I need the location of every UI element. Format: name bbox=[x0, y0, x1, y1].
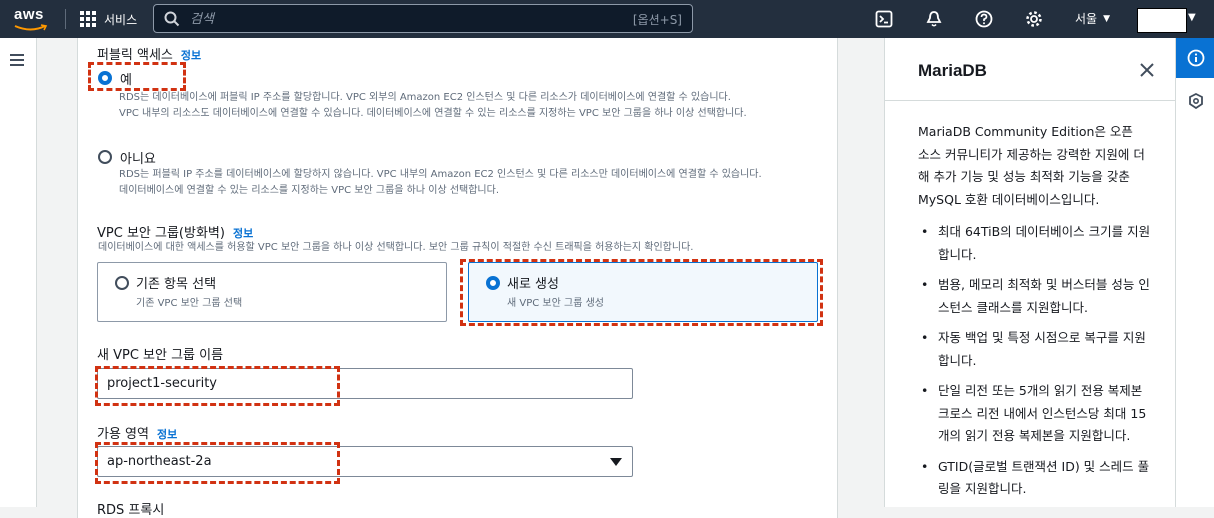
list-item: 범용, 메모리 최적화 및 버스터블 성능 인스턴스 클래스를 지원합니다. bbox=[918, 274, 1153, 319]
public-access-yes-radio[interactable] bbox=[98, 71, 112, 85]
existing-sg-radio[interactable] bbox=[115, 276, 129, 290]
search-input[interactable] bbox=[190, 10, 590, 28]
vpc-sg-label: VPC 보안 그룹(방화벽) 정보 bbox=[97, 226, 254, 241]
existing-sg-tile[interactable]: 기존 항목 선택 기존 VPC 보안 그룹 선택 bbox=[97, 262, 447, 322]
connectivity-form-card: 퍼블릭 액세스 정보 예 RDS는 데이터베이스에 퍼블릭 IP 주소를 할당합니… bbox=[77, 38, 838, 518]
search-bar[interactable]: [옵션+S] bbox=[153, 4, 693, 33]
panel-divider bbox=[885, 100, 1176, 101]
shield-icon[interactable] bbox=[1188, 93, 1204, 109]
aws-smile-icon bbox=[14, 24, 48, 31]
grid-icon bbox=[80, 11, 96, 27]
list-item: 단일 리전 또는 5개의 읽기 전용 복제본 크로스 리전 내에서 인스턴스당 … bbox=[918, 380, 1153, 448]
info-link[interactable]: 정보 bbox=[181, 49, 201, 62]
availability-zone-value: ap-northeast-2a bbox=[107, 454, 212, 469]
services-label: 서비스 bbox=[104, 12, 138, 27]
caret-down-icon bbox=[610, 458, 622, 466]
info-link[interactable]: 정보 bbox=[157, 428, 177, 441]
create-new-sg-tile[interactable]: 새로 생성 새 VPC 보안 그룹 생성 bbox=[468, 262, 818, 322]
aws-logo[interactable]: aws bbox=[14, 6, 44, 23]
region-selector[interactable]: 서울 ▼ bbox=[1075, 10, 1110, 27]
public-access-no-label[interactable]: 아니요 bbox=[120, 148, 156, 167]
cloudshell-icon[interactable] bbox=[874, 9, 894, 29]
top-navigation: aws 서비스 [옵션+S] 서울 ▼ ▼ bbox=[0, 0, 1214, 38]
new-sg-name-input[interactable]: project1-security bbox=[97, 368, 633, 399]
list-item: 자동 백업 및 특정 시점으로 복구를 지원합니다. bbox=[918, 327, 1153, 372]
search-shortcut: [옵션+S] bbox=[632, 13, 682, 27]
list-item: GTID(글로벌 트랜잭션 ID) 및 스레드 풀링을 지원합니다. bbox=[918, 456, 1153, 501]
new-sg-name-label: 새 VPC 보안 그룹 이름 bbox=[97, 348, 224, 363]
availability-zone-label: 가용 영역 정보 bbox=[97, 427, 178, 442]
rds-proxy-label: RDS 프록시 bbox=[97, 503, 165, 518]
info-panel-toggle-button[interactable] bbox=[1176, 38, 1214, 78]
vpc-sg-description: 데이터베이스에 대한 액세스를 허용할 VPC 보안 그룹을 하나 이상 선택합… bbox=[98, 242, 694, 253]
public-access-no-radio[interactable] bbox=[98, 150, 112, 164]
services-menu-button[interactable]: 서비스 bbox=[80, 9, 137, 29]
account-menu-button[interactable] bbox=[1137, 8, 1187, 33]
availability-zone-select[interactable]: ap-northeast-2a bbox=[97, 446, 633, 477]
public-access-label: 퍼블릭 액세스 정보 bbox=[97, 48, 202, 63]
info-icon bbox=[1187, 49, 1204, 67]
create-new-sg-desc: 새 VPC 보안 그룹 생성 bbox=[507, 298, 604, 309]
left-sidebar bbox=[0, 38, 37, 507]
hamburger-menu-icon[interactable] bbox=[10, 54, 24, 69]
region-label: 서울 bbox=[1075, 12, 1098, 26]
info-link[interactable]: 정보 bbox=[233, 227, 253, 240]
public-access-yes-label[interactable]: 예 bbox=[120, 69, 132, 88]
create-new-sg-radio[interactable] bbox=[486, 276, 500, 290]
right-toolbar bbox=[1175, 38, 1214, 507]
settings-icon[interactable] bbox=[1024, 9, 1044, 29]
existing-sg-desc: 기존 VPC 보안 그룹 선택 bbox=[136, 298, 243, 309]
close-icon[interactable] bbox=[1138, 61, 1156, 79]
search-icon bbox=[164, 11, 180, 27]
help-panel-title: MariaDB bbox=[918, 61, 987, 80]
caret-down-icon: ▼ bbox=[1103, 13, 1111, 24]
help-panel-intro: MariaDB Community Edition은 오픈 소스 커뮤니티가 제… bbox=[918, 124, 1145, 207]
help-icon[interactable] bbox=[974, 9, 994, 29]
help-panel: MariaDB MariaDB Community Edition은 오픈 소스… bbox=[884, 38, 1176, 509]
nav-divider bbox=[65, 9, 66, 29]
existing-sg-title: 기존 항목 선택 bbox=[136, 277, 217, 292]
bell-icon[interactable] bbox=[924, 9, 944, 29]
public-access-no-description: RDS는 퍼블릭 IP 주소를 데이터베이스에 할당하지 않습니다. VPC 내… bbox=[119, 169, 762, 196]
new-sg-name-value: project1-security bbox=[107, 376, 217, 391]
list-item: 최대 64TiB의 데이터베이스 크기를 지원합니다. bbox=[918, 221, 1153, 266]
public-access-yes-description: RDS는 데이터베이스에 퍼블릭 IP 주소를 할당합니다. VPC 외부의 A… bbox=[119, 92, 747, 119]
create-new-sg-title: 새로 생성 bbox=[507, 277, 559, 292]
account-caret-icon: ▼ bbox=[1188, 12, 1196, 23]
help-panel-bullets: 최대 64TiB의 데이터베이스 크기를 지원합니다. 범용, 메모리 최적화 … bbox=[918, 221, 1153, 509]
